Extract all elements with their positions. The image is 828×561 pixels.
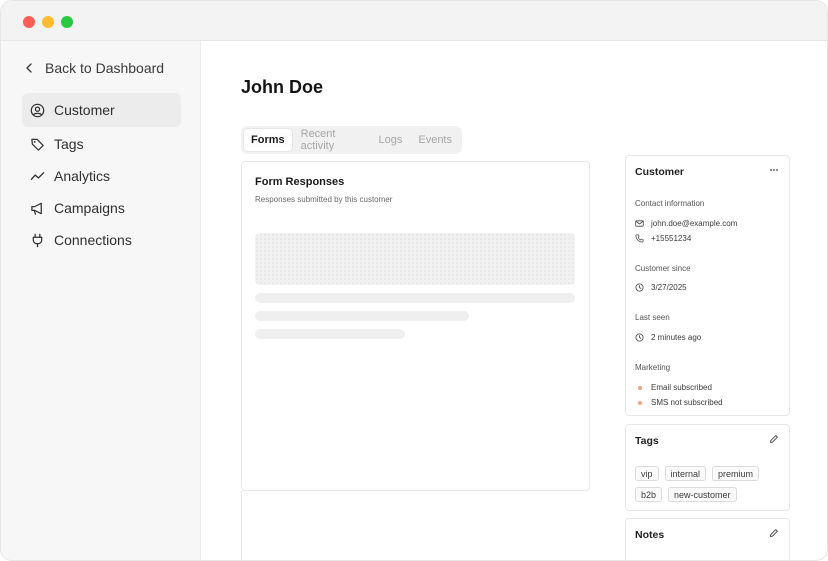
last-seen-value: 2 minutes ago [651, 333, 702, 342]
customer-since-label: Customer since [635, 264, 691, 273]
phone-row: +15551234 [635, 234, 691, 243]
email-row: john.doe@example.com [635, 219, 737, 228]
loading-skeleton-line [255, 311, 469, 321]
tag-list: vip internal premium b2b new-customer [635, 466, 785, 502]
tab-bar: Forms Recent activity Logs Events [241, 126, 462, 154]
loading-skeleton-line [255, 293, 575, 303]
clock-icon [635, 333, 644, 342]
trend-line-icon [30, 171, 45, 180]
pencil-icon [770, 529, 778, 537]
plug-icon [32, 233, 43, 247]
chevron-left-icon [26, 63, 32, 73]
tag-chip[interactable]: internal [664, 466, 707, 481]
sidebar-item-tags[interactable]: Tags [22, 127, 181, 161]
sidebar-item-label: Analytics [54, 168, 111, 184]
user-circle-icon [30, 103, 45, 117]
pencil-icon [770, 435, 778, 443]
notes-card: Notes [625, 518, 790, 560]
tab-forms[interactable]: Forms [244, 129, 292, 151]
phone-value[interactable]: +15551234 [651, 234, 691, 243]
form-responses-title: Form Responses [255, 176, 345, 188]
minimize-window-button[interactable] [42, 16, 54, 28]
mail-icon [635, 220, 644, 227]
status-dot [637, 385, 642, 390]
sms-subscription-row: SMS not subscribed [635, 398, 723, 407]
loading-skeleton-block [255, 233, 575, 285]
customer-info-card: Customer Contact information john.doe@ex… [625, 155, 790, 416]
more-options-button[interactable] [769, 165, 779, 178]
edit-tags-button[interactable] [769, 434, 779, 447]
last-seen-row: 2 minutes ago [635, 333, 701, 342]
sidebar-item-label: Customer [54, 102, 115, 118]
last-seen-label: Last seen [635, 313, 670, 322]
sidebar-item-connections[interactable]: Connections [22, 223, 181, 257]
edit-notes-button[interactable] [769, 528, 779, 541]
tags-card-title: Tags [635, 435, 659, 447]
page-title: John Doe [241, 77, 324, 97]
clock-icon [635, 283, 644, 292]
sidebar-item-label: Campaigns [54, 200, 125, 216]
sidebar-item-label: Connections [54, 232, 132, 248]
form-responses-subtitle: Responses submitted by this customer [255, 195, 393, 204]
more-horizontal-icon [770, 169, 778, 171]
sidebar-item-analytics[interactable]: Analytics [22, 159, 181, 193]
sidebar-item-customer[interactable]: Customer [22, 93, 181, 127]
tags-card: Tags vip internal premium b2b new-custom… [625, 424, 790, 511]
form-responses-card: Form Responses Responses submitted by th… [241, 161, 590, 491]
zoom-window-button[interactable] [61, 16, 73, 28]
marketing-label: Marketing [635, 363, 671, 372]
email-value[interactable]: john.doe@example.com [651, 219, 737, 228]
back-to-dashboard-link[interactable]: Back to Dashboard [23, 59, 164, 77]
app-window: Back to Dashboard Customer Tags Analytic… [0, 0, 828, 561]
tag-chip[interactable]: vip [635, 466, 659, 481]
megaphone-icon [31, 202, 42, 215]
contact-info-label: Contact information [635, 199, 705, 208]
tag-chip[interactable]: new-customer [668, 487, 737, 502]
customer-card-title: Customer [635, 166, 685, 178]
tab-events[interactable]: Events [411, 129, 459, 151]
close-window-button[interactable] [23, 16, 35, 28]
notes-card-title: Notes [635, 529, 665, 541]
loading-skeleton-line [255, 329, 405, 339]
phone-icon [635, 234, 644, 243]
sidebar-item-label: Tags [54, 136, 84, 152]
sidebar-item-campaigns[interactable]: Campaigns [22, 191, 181, 225]
sms-subscription-status: SMS not subscribed [651, 398, 723, 407]
tag-chip[interactable]: b2b [635, 487, 663, 502]
divider [241, 491, 242, 560]
status-dot [637, 400, 642, 405]
tag-chip[interactable]: premium [712, 466, 760, 481]
title-bar [1, 1, 827, 41]
email-subscription-status: Email subscribed [651, 383, 712, 392]
sidebar: Back to Dashboard Customer Tags Analytic… [1, 41, 201, 560]
tab-recent-activity[interactable]: Recent activity [294, 128, 370, 152]
back-link-label: Back to Dashboard [45, 60, 165, 76]
email-subscription-row: Email subscribed [635, 383, 712, 392]
customer-since-row: 3/27/2025 [635, 283, 687, 292]
customer-since-value: 3/27/2025 [651, 283, 687, 292]
tag-icon [31, 138, 44, 151]
tab-logs[interactable]: Logs [372, 129, 410, 151]
